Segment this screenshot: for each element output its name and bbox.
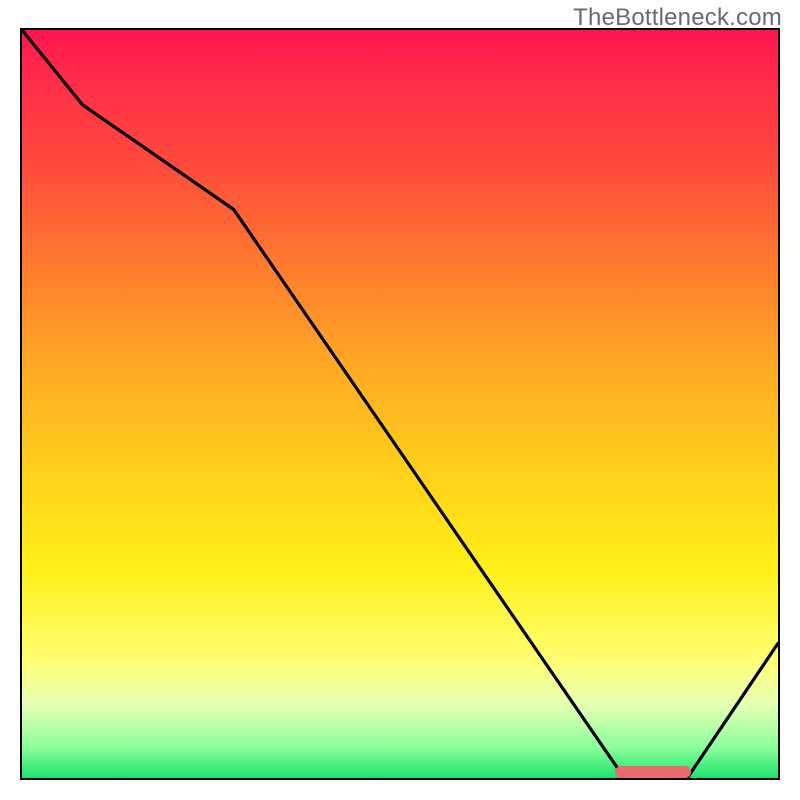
- chart-container: TheBottleneck.com: [0, 0, 800, 800]
- watermark-text: TheBottleneck.com: [573, 4, 782, 32]
- plot-area: [20, 28, 780, 780]
- optimum-marker: [615, 766, 691, 778]
- bottleneck-curve: [22, 30, 778, 778]
